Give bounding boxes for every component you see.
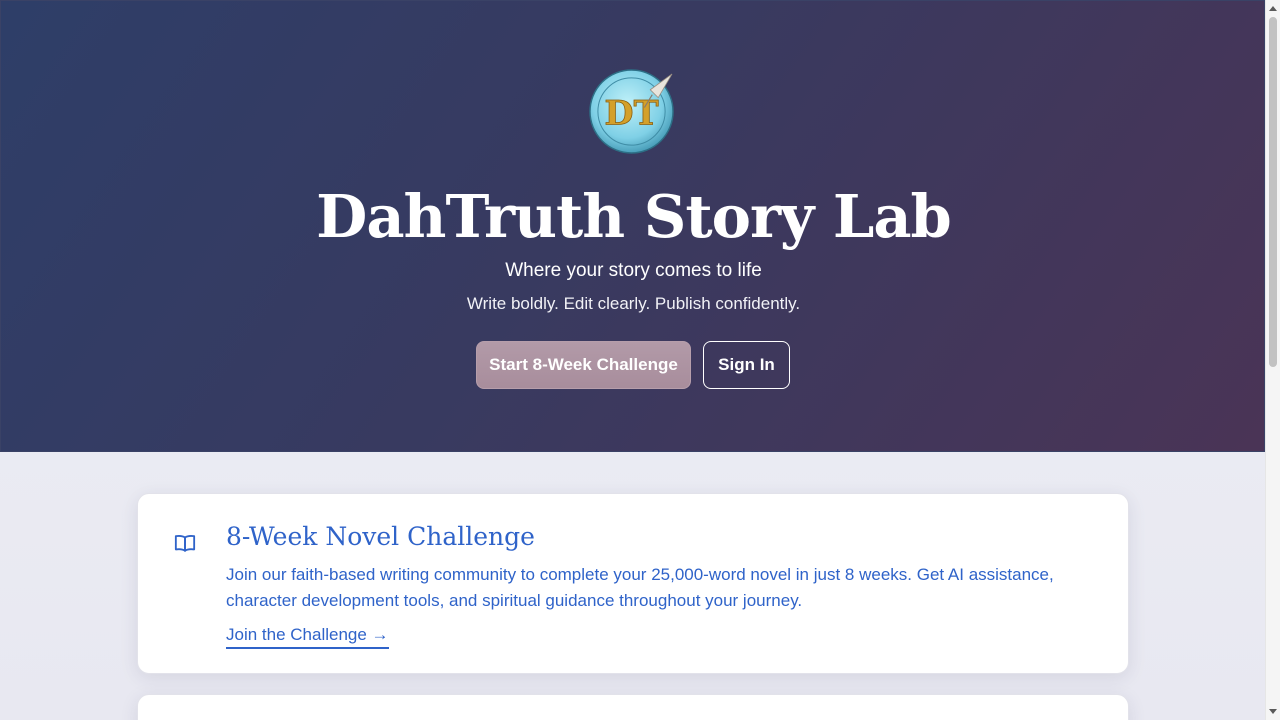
dahtruth-logo-icon: DT: [589, 69, 674, 154]
scroll-thumb[interactable]: [1269, 17, 1277, 367]
start-challenge-button[interactable]: Start 8-Week Challenge: [476, 341, 691, 389]
sign-in-button[interactable]: Sign In: [703, 341, 790, 389]
join-challenge-link[interactable]: Join the Challenge →: [226, 624, 389, 649]
hero-tagline: Write boldly. Edit clearly. Publish conf…: [466, 294, 801, 313]
hero-section: DT DahTruth Story Lab Where your story c…: [0, 0, 1265, 452]
scroll-up-icon[interactable]: [1269, 6, 1277, 11]
hero-title: DahTruth Story Lab: [316, 182, 952, 251]
vertical-scrollbar[interactable]: [1265, 0, 1280, 720]
card-description: Join our faith-based writing community t…: [226, 565, 1054, 610]
scroll-down-icon[interactable]: [1269, 709, 1277, 714]
book-icon: [174, 535, 196, 552]
page: DT DahTruth Story Lab Where your story c…: [0, 0, 1265, 720]
hero-subtitle: Where your story comes to life: [505, 260, 762, 281]
card-title: 8-Week Novel Challenge: [226, 522, 535, 551]
feature-card-novel-challenge: 8-Week Novel Challenge Join our faith-ba…: [137, 493, 1129, 674]
feature-card: [137, 694, 1129, 720]
